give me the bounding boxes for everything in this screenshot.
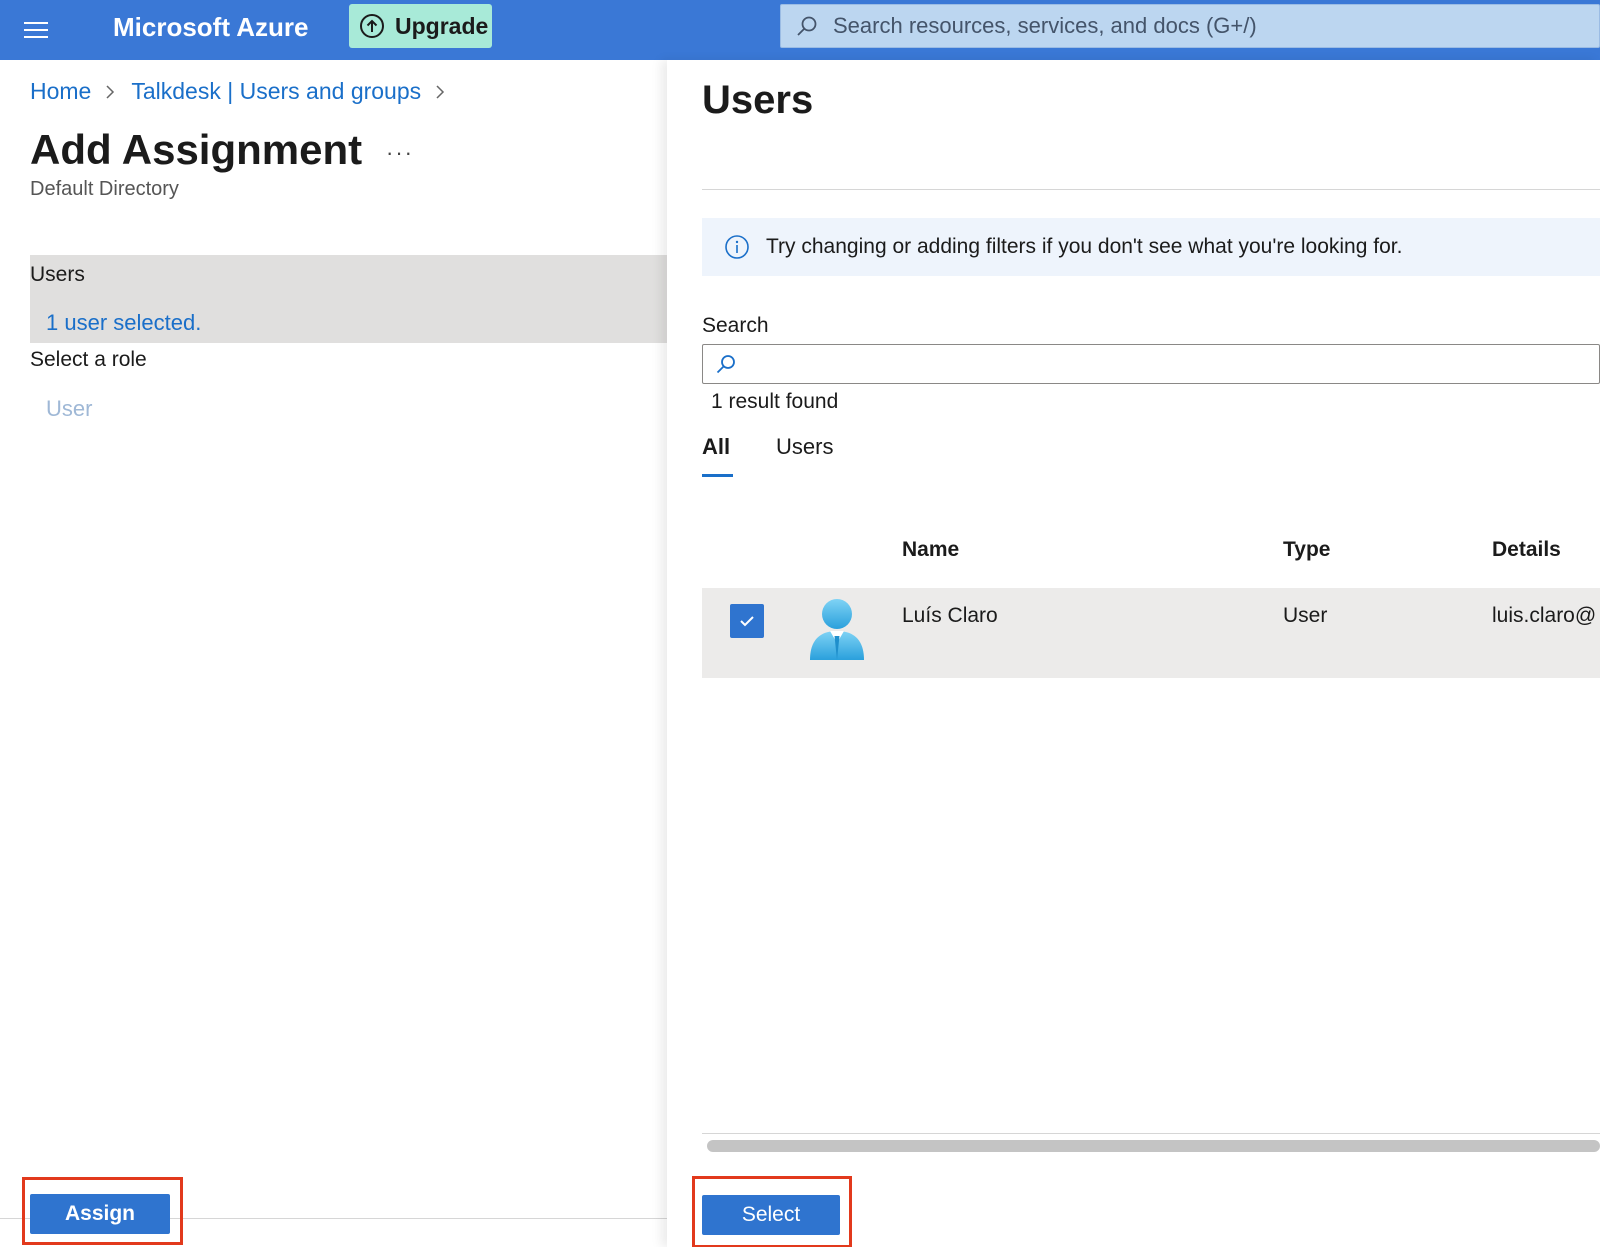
page-subtitle: Default Directory	[30, 178, 179, 200]
brand-title[interactable]: Microsoft Azure	[113, 12, 309, 43]
select-button[interactable]: Select	[702, 1195, 840, 1235]
blade-title: Users	[702, 78, 814, 122]
checkmark-icon	[740, 616, 754, 627]
users-selected-link[interactable]: 1 user selected.	[46, 310, 201, 336]
tab-all[interactable]: All	[702, 434, 730, 460]
assign-button[interactable]: Assign	[30, 1194, 170, 1234]
column-header-name[interactable]: Name	[902, 538, 959, 562]
breadcrumb-home[interactable]: Home	[30, 78, 91, 105]
row-checkbox[interactable]	[730, 604, 764, 638]
active-tab-indicator	[702, 474, 733, 477]
search-label: Search	[702, 314, 769, 337]
users-picker-blade: Users Try changing or adding filters if …	[667, 60, 1600, 1247]
chevron-right-icon	[106, 84, 115, 99]
breadcrumb-talkdesk-users-groups[interactable]: Talkdesk | Users and groups	[131, 78, 421, 105]
breadcrumb: Home Talkdesk | Users and groups	[30, 78, 461, 105]
title-divider	[702, 189, 1600, 190]
users-section-label: Users	[30, 263, 85, 286]
role-value-link[interactable]: User	[46, 396, 92, 422]
search-icon	[716, 355, 735, 374]
upgrade-label: Upgrade	[395, 12, 489, 39]
scroll-track-divider	[702, 1133, 1600, 1134]
top-bar: Microsoft Azure Upgrade Search resources…	[0, 0, 1600, 60]
cell-type: User	[1283, 604, 1328, 627]
select-role-label: Select a role	[30, 348, 147, 371]
user-search-input[interactable]	[702, 344, 1600, 384]
arrow-up-circle-icon	[360, 14, 384, 38]
user-avatar-icon	[810, 599, 864, 660]
cell-details: luis.claro@	[1492, 604, 1597, 627]
info-bar: Try changing or adding filters if you do…	[702, 218, 1600, 276]
column-header-details[interactable]: Details	[1492, 538, 1561, 562]
users-section[interactable]: Users 1 user selected.	[30, 255, 667, 343]
upgrade-button[interactable]: Upgrade	[349, 4, 492, 48]
chevron-right-icon	[436, 84, 445, 99]
horizontal-scrollbar[interactable]	[707, 1140, 1600, 1152]
page-title: Add Assignment	[30, 126, 363, 173]
search-icon	[797, 16, 817, 36]
cell-name: Luís Claro	[902, 604, 998, 627]
add-assignment-blade: Home Talkdesk | Users and groups Add Ass…	[0, 60, 667, 1247]
column-header-type[interactable]: Type	[1283, 538, 1330, 562]
menu-icon[interactable]	[22, 16, 52, 44]
table-row[interactable]: Luís Claro User luis.claro@	[702, 588, 1600, 678]
info-icon	[725, 235, 749, 259]
global-search-input[interactable]: Search resources, services, and docs (G+…	[780, 4, 1600, 48]
tab-users[interactable]: Users	[776, 434, 833, 460]
result-count: 1 result found	[711, 390, 839, 413]
info-text: Try changing or adding filters if you do…	[766, 235, 1403, 258]
global-search-placeholder: Search resources, services, and docs (G+…	[833, 13, 1257, 38]
more-options-button[interactable]: ···	[386, 140, 414, 166]
